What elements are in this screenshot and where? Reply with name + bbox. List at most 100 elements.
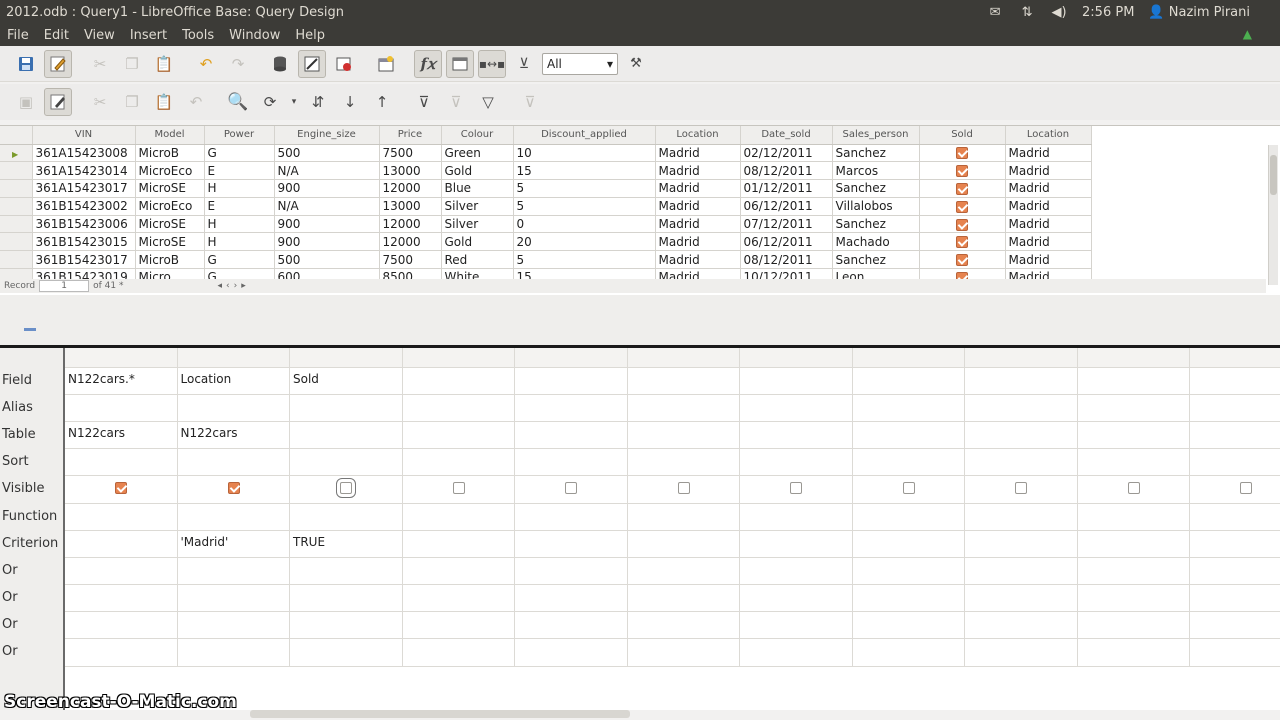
design-column[interactable] [290, 348, 403, 666]
row-header[interactable] [0, 179, 33, 198]
table-cell[interactable]: 900 [274, 215, 380, 234]
table-cell[interactable]: 361B15423015 [32, 232, 136, 252]
table-cell[interactable]: 361A15423017 [32, 179, 136, 198]
table-cell[interactable]: Blue [441, 179, 514, 198]
table-cell[interactable]: E [204, 161, 275, 181]
clear-query-icon[interactable] [298, 49, 326, 78]
table-cell[interactable]: N122cars [181, 426, 238, 440]
design-column[interactable] [740, 348, 853, 666]
column-header[interactable]: Location [1005, 126, 1092, 145]
table-cell[interactable]: 06/12/2011 [740, 197, 833, 216]
table-cell[interactable]: 12000 [379, 232, 442, 252]
table-cell[interactable]: Madrid [1005, 161, 1092, 181]
redo-icon[interactable]: ↷ [224, 50, 252, 78]
column-header[interactable]: Colour [441, 126, 514, 145]
row-header[interactable] [0, 215, 33, 234]
copy-icon[interactable]: ❐ [118, 50, 146, 78]
criterion-cell[interactable]: TRUE [293, 535, 325, 549]
column-header[interactable]: VIN [32, 126, 136, 145]
refresh-icon[interactable]: ⟳ [256, 88, 284, 116]
design-column[interactable] [65, 348, 178, 666]
table-cell[interactable]: 361B15423002 [32, 197, 136, 216]
copy-data-icon[interactable]: ❐ [118, 88, 146, 116]
next-record-icon[interactable]: › [234, 281, 238, 291]
table-cell[interactable]: MicroEco [135, 161, 205, 181]
column-header[interactable]: Engine_size [274, 126, 380, 145]
table-cell[interactable]: Sanchez [832, 250, 920, 270]
refresh-dropdown-icon[interactable]: ▾ [288, 88, 300, 116]
table-cell[interactable]: Machado [832, 232, 920, 252]
design-column[interactable] [1078, 348, 1190, 666]
table-cell[interactable] [919, 179, 1006, 198]
table-cell[interactable]: MicroB [135, 144, 205, 163]
table-cell[interactable]: Sanchez [832, 179, 920, 198]
row-header[interactable] [0, 232, 33, 252]
table-cell[interactable]: Madrid [1005, 250, 1092, 270]
criterion-cell[interactable]: 'Madrid' [181, 535, 229, 549]
field-cell[interactable]: N122cars.* [68, 372, 135, 386]
table-name-icon[interactable] [446, 49, 474, 78]
remove-filter-icon[interactable]: ⊽ [516, 88, 544, 116]
table-cell[interactable]: H [204, 215, 275, 234]
table-pane[interactable] [0, 295, 1280, 345]
table-cell[interactable] [919, 161, 1006, 181]
table-cell[interactable]: Madrid [655, 179, 741, 198]
paste-data-icon[interactable]: 📋 [150, 88, 178, 116]
table-cell[interactable]: Silver [441, 215, 514, 234]
column-header[interactable]: Model [135, 126, 205, 145]
design-column[interactable] [178, 348, 290, 666]
column-header[interactable]: Date_sold [740, 126, 833, 145]
record-number-input[interactable]: 1 [39, 280, 90, 292]
sort-icon[interactable]: ⇵ [304, 88, 332, 116]
update-arrow-icon[interactable]: ▲ [1236, 27, 1260, 41]
checked-checkbox[interactable] [956, 147, 968, 160]
table-cell[interactable]: 7500 [379, 144, 442, 163]
row-header[interactable]: ▶ [0, 144, 33, 163]
table-cell[interactable]: 13000 [379, 197, 442, 216]
paste-icon[interactable]: 📋 [150, 50, 178, 78]
cut-icon[interactable]: ✂ [86, 50, 114, 78]
table-cell[interactable]: 5 [513, 179, 656, 198]
table-cell[interactable]: Madrid [1005, 215, 1092, 234]
first-record-icon[interactable]: ◂ [217, 281, 222, 291]
table-cell[interactable]: 08/12/2011 [740, 250, 833, 270]
table-cell[interactable]: 361A15423014 [32, 161, 136, 181]
table-row[interactable]: 361B15423006 MicroSE H 900 12000 Silver 0 Madri… [0, 215, 1092, 234]
table-cell[interactable]: N/A [274, 161, 380, 181]
row-header[interactable] [0, 161, 33, 181]
visible-checkbox-unchecked[interactable] [452, 482, 465, 494]
checked-checkbox[interactable] [956, 182, 968, 195]
table-cell[interactable]: Madrid [655, 161, 741, 181]
table-cell[interactable]: Green [441, 144, 514, 163]
design-column[interactable] [853, 348, 965, 666]
table-row[interactable]: ▶ 361A15423008 MicroB G 500 7500 Green 10 Madrid… [0, 144, 1092, 163]
undo-data-icon[interactable]: ↶ [182, 88, 210, 116]
save-record-icon[interactable]: ▣ [12, 88, 40, 116]
edit-mode-icon[interactable] [44, 49, 72, 78]
menu-insert[interactable]: Insert [123, 28, 175, 43]
design-column[interactable] [628, 348, 740, 666]
row-header[interactable] [0, 250, 33, 270]
checked-checkbox[interactable] [956, 254, 968, 267]
table-cell[interactable]: Marcos [832, 161, 920, 181]
standard-filter-icon[interactable]: ▽ [474, 88, 502, 116]
design-column[interactable] [1190, 348, 1280, 666]
menu-tools[interactable]: Tools [175, 28, 222, 43]
table-cell[interactable]: 13000 [379, 161, 442, 181]
clock[interactable]: 2:56 PM [1082, 5, 1134, 20]
design-horizontal-scrollbar[interactable] [250, 710, 630, 718]
visible-checkbox-checked[interactable] [115, 482, 128, 494]
visible-checkbox-unchecked[interactable] [336, 478, 357, 498]
menu-help[interactable]: Help [288, 28, 333, 43]
table-cell[interactable]: G [204, 144, 275, 163]
user-menu[interactable]: 👤 Nazim Pirani [1148, 5, 1250, 20]
run-query-icon[interactable] [266, 50, 294, 78]
table-cell[interactable]: 900 [274, 179, 380, 198]
field-cell[interactable]: Sold [293, 372, 319, 386]
column-header[interactable]: Discount_applied [513, 126, 656, 145]
column-header[interactable]: Sales_person [832, 126, 920, 145]
find-record-icon[interactable]: 🔍 [224, 88, 252, 116]
scrollbar-thumb[interactable] [1270, 155, 1277, 195]
column-header[interactable]: Power [204, 126, 275, 145]
table-cell[interactable]: E [204, 197, 275, 216]
